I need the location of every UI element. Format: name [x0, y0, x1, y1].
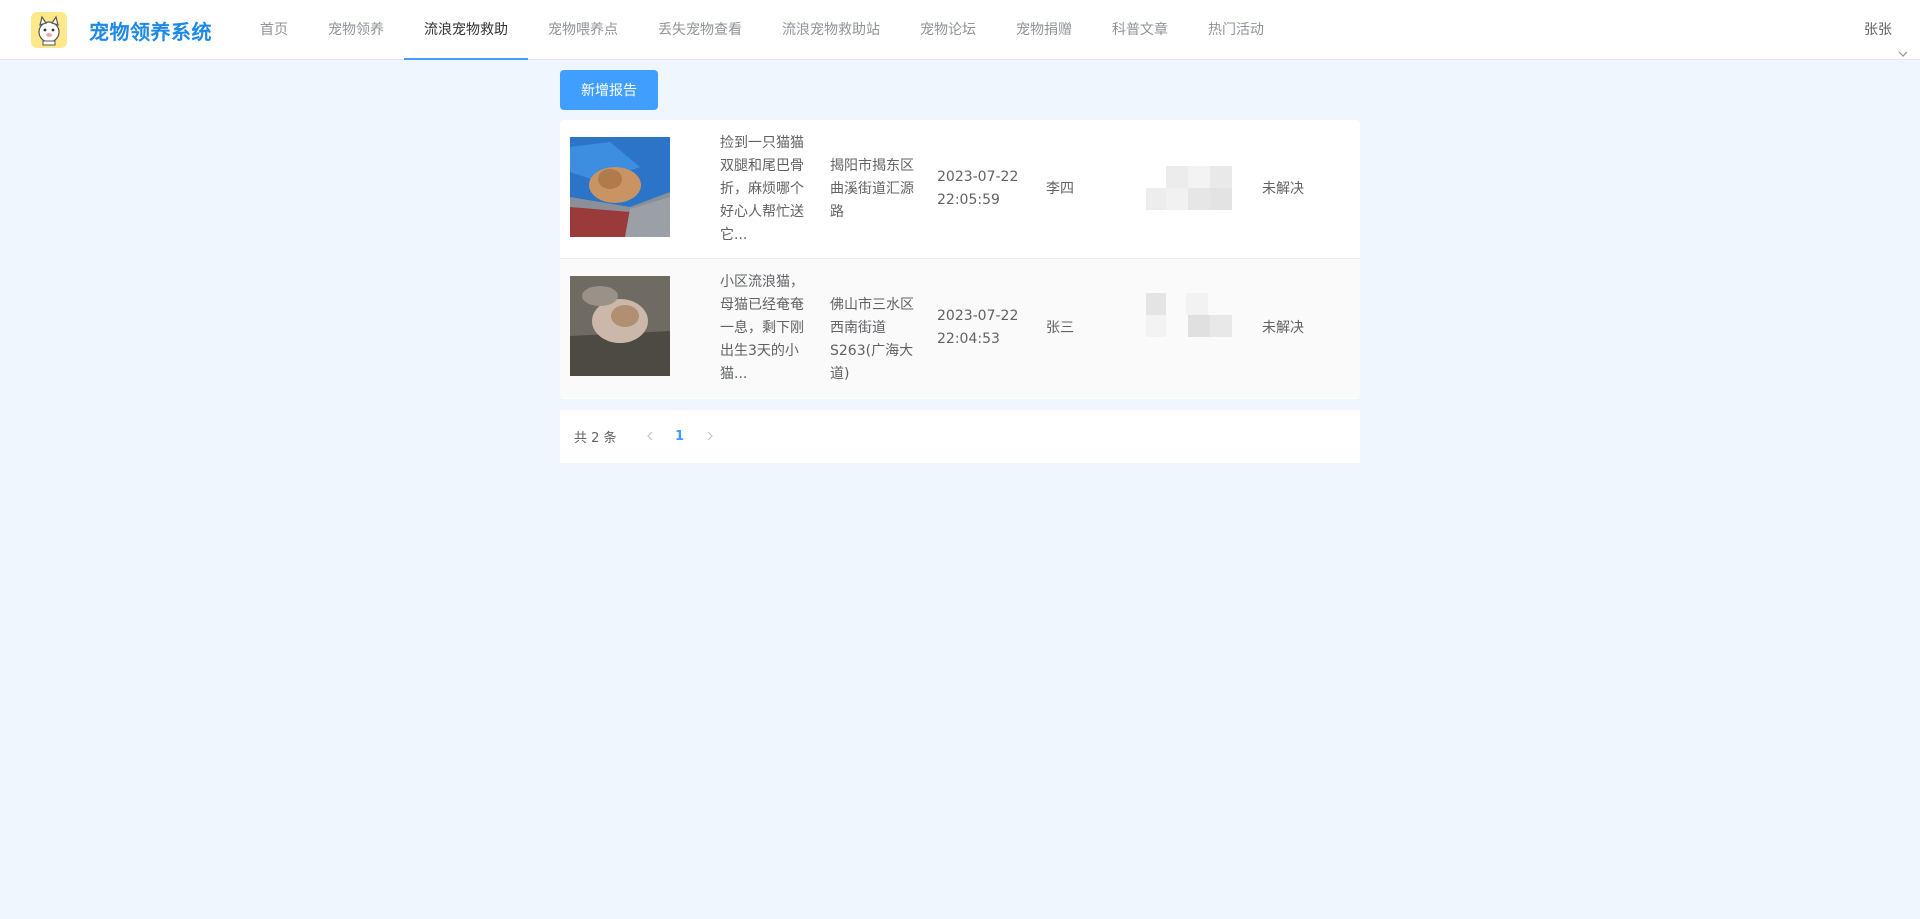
- report-description: 捡到一只猫猫双腿和尾巴骨折，麻烦哪个好心人帮忙送它...: [720, 135, 804, 243]
- nav-item-events[interactable]: 热门活动: [1188, 0, 1284, 60]
- report-photo[interactable]: [570, 137, 670, 237]
- chevron-down-icon: [1898, 25, 1908, 57]
- report-list: 捡到一只猫猫双腿和尾巴骨折，麻烦哪个好心人帮忙送它... 揭阳市揭东区曲溪街道汇…: [560, 120, 1360, 399]
- add-report-button[interactable]: 新增报告: [560, 70, 658, 110]
- chevron-right-icon[interactable]: [695, 429, 725, 445]
- report-row[interactable]: 小区流浪猫，母猫已经奄奄一息，剩下刚出生3天的小猫... 佛山市三水区西南街道S…: [560, 259, 1360, 398]
- user-menu[interactable]: 张张: [1864, 0, 1908, 60]
- report-reporter: 张三: [1046, 320, 1074, 336]
- report-description: 小区流浪猫，母猫已经奄奄一息，剩下刚出生3天的小猫...: [720, 274, 804, 382]
- nav-item-forum[interactable]: 宠物论坛: [900, 0, 996, 60]
- chevron-left-icon[interactable]: [635, 429, 665, 445]
- report-status: 未解决: [1262, 320, 1304, 336]
- nav-item-feeding-points[interactable]: 宠物喂养点: [528, 0, 638, 60]
- app-title: 宠物领养系统: [89, 19, 212, 44]
- page-number[interactable]: 1: [665, 429, 695, 444]
- report-status: 未解决: [1262, 181, 1304, 197]
- report-address: 揭阳市揭东区曲溪街道汇源路: [830, 158, 914, 220]
- blurred-contact-image: [1146, 293, 1236, 365]
- nav-item-articles[interactable]: 科普文章: [1092, 0, 1188, 60]
- nav-item-home[interactable]: 首页: [240, 0, 308, 60]
- pet-logo-icon: [31, 12, 67, 48]
- main-nav: 首页 宠物领养 流浪宠物救助 宠物喂养点 丢失宠物查看 流浪宠物救助站 宠物论坛…: [240, 0, 1284, 60]
- nav-item-rescue-stations[interactable]: 流浪宠物救助站: [762, 0, 900, 60]
- report-time: 2023-07-22 22:04:53: [937, 308, 1019, 347]
- brand[interactable]: 宠物领养系统: [31, 12, 212, 48]
- top-header: 宠物领养系统 首页 宠物领养 流浪宠物救助 宠物喂养点 丢失宠物查看 流浪宠物救…: [0, 0, 1920, 60]
- blurred-contact-image: [1146, 154, 1236, 226]
- report-time: 2023-07-22 22:05:59: [937, 169, 1019, 208]
- report-address: 佛山市三水区西南街道S263(广海大道): [830, 297, 914, 382]
- report-photo[interactable]: [570, 276, 670, 376]
- nav-item-lost-pets[interactable]: 丢失宠物查看: [638, 0, 762, 60]
- user-name: 张张: [1864, 22, 1892, 38]
- nav-item-adoption[interactable]: 宠物领养: [308, 0, 404, 60]
- nav-item-stray-rescue[interactable]: 流浪宠物救助: [404, 0, 528, 60]
- pagination-total: 共 2 条: [574, 431, 617, 446]
- report-row[interactable]: 捡到一只猫猫双腿和尾巴骨折，麻烦哪个好心人帮忙送它... 揭阳市揭东区曲溪街道汇…: [560, 120, 1360, 259]
- pagination: 共 2 条 1: [560, 410, 1360, 463]
- nav-item-donation[interactable]: 宠物捐赠: [996, 0, 1092, 60]
- report-reporter: 李四: [1046, 181, 1074, 197]
